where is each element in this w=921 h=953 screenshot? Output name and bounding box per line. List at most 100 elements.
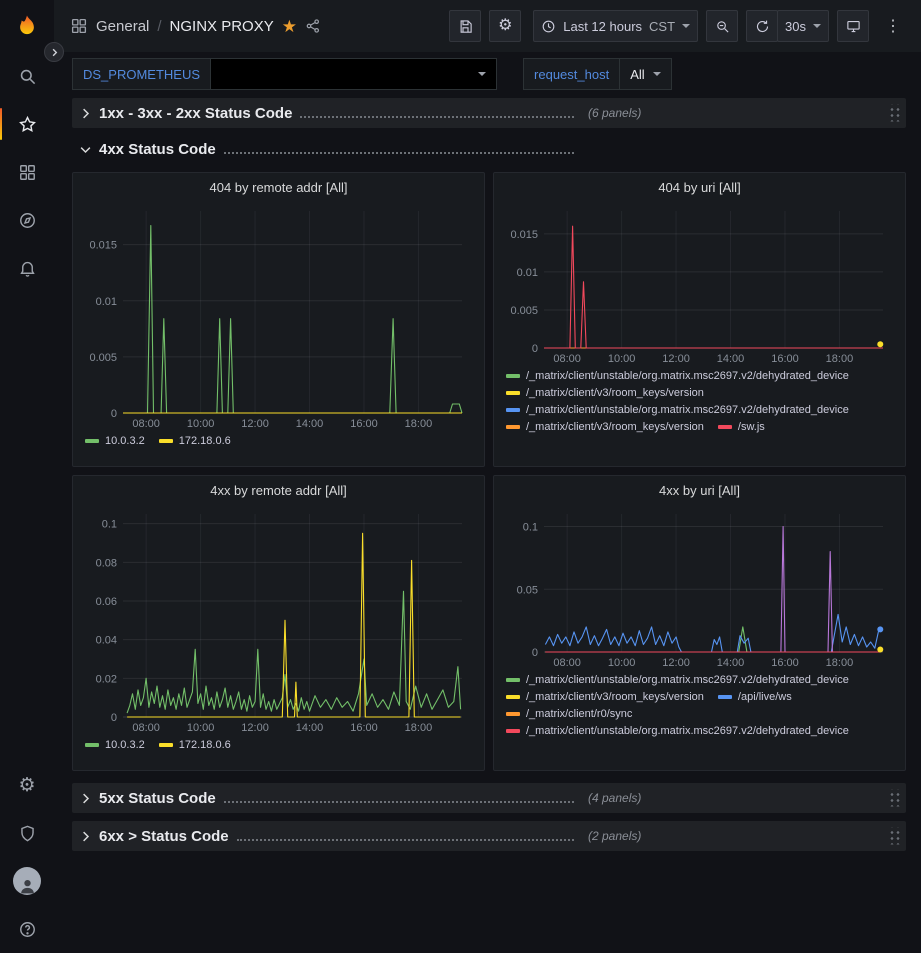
legend-item[interactable]: 10.0.3.2 xyxy=(85,739,145,751)
sidebar-item-starred[interactable] xyxy=(0,100,54,148)
sidebar-expand-button[interactable] xyxy=(44,42,64,62)
refresh-icon xyxy=(755,19,770,34)
share-icon[interactable] xyxy=(305,18,321,34)
legend-item[interactable]: /_matrix/client/unstable/org.matrix.msc2… xyxy=(506,725,849,737)
sidebar-item-help[interactable] xyxy=(0,905,54,953)
time-range-button[interactable]: Last 12 hours CST xyxy=(533,10,698,42)
help-circle-icon xyxy=(18,920,37,939)
panel-legend: 10.0.3.2 172.18.0.6 xyxy=(81,735,476,766)
legend-item[interactable]: /_matrix/client/v3/room_keys/version xyxy=(506,421,704,433)
svg-text:10:00: 10:00 xyxy=(187,418,215,430)
svg-text:0.1: 0.1 xyxy=(102,519,117,531)
panel-legend: /_matrix/client/unstable/org.matrix.msc2… xyxy=(502,670,897,766)
variable-label: request_host xyxy=(523,58,620,90)
svg-text:0.05: 0.05 xyxy=(517,584,538,596)
row-drag-handle[interactable] xyxy=(888,105,901,122)
row-1xx-3xx-2xx[interactable]: 1xx - 3xx - 2xx Status Code (6 panels) xyxy=(72,98,906,128)
svg-text:16:00: 16:00 xyxy=(350,418,378,430)
dashboard-body: 1xx - 3xx - 2xx Status Code (6 panels) 4… xyxy=(54,96,921,953)
legend-item[interactable]: /api/live/ws xyxy=(718,691,792,703)
legend-series-marker xyxy=(506,391,520,395)
row-lead: 4xx Status Code xyxy=(99,141,582,158)
legend-item[interactable]: 172.18.0.6 xyxy=(159,435,231,447)
chevron-right-icon xyxy=(78,106,93,121)
legend-item[interactable]: /_matrix/client/unstable/org.matrix.msc2… xyxy=(506,674,849,686)
kiosk-mode-button[interactable] xyxy=(837,10,869,42)
row-drag-handle[interactable] xyxy=(888,828,901,845)
main-area: General / NGINX PROXY ★ ⚙ Last 12 hours … xyxy=(54,0,921,953)
legend-series-marker xyxy=(159,743,173,747)
datasource-dropdown[interactable] xyxy=(211,58,497,90)
chevron-right-icon xyxy=(78,791,93,806)
legend-series-label: 172.18.0.6 xyxy=(179,739,231,751)
more-options-button[interactable]: ⋮ xyxy=(877,10,909,42)
legend-item[interactable]: /sw.js xyxy=(718,421,765,433)
refresh-group: 30s xyxy=(746,10,829,42)
svg-text:10:00: 10:00 xyxy=(608,353,636,365)
row-6xx[interactable]: 6xx > Status Code (2 panels) xyxy=(72,821,906,851)
legend-item[interactable]: /_matrix/client/v3/room_keys/version xyxy=(506,387,704,399)
svg-text:16:00: 16:00 xyxy=(771,657,799,669)
save-dashboard-button[interactable] xyxy=(449,10,481,42)
row-4xx[interactable]: 4xx Status Code xyxy=(72,136,906,162)
favorite-star-icon[interactable]: ★ xyxy=(282,18,297,35)
dashboards-grid-icon xyxy=(18,163,37,182)
sidebar: ⚙ xyxy=(0,0,54,953)
legend-series-marker xyxy=(506,712,520,716)
panel-title[interactable]: 4xx by remote addr [All] xyxy=(73,476,484,504)
row-dotted-leader xyxy=(300,107,574,118)
chevron-down-icon xyxy=(653,72,661,76)
timeseries-chart[interactable]: 08:0010:0012:0014:0016:0018:0000.0050.01… xyxy=(502,201,897,366)
legend-series-label: /_matrix/client/unstable/org.matrix.msc2… xyxy=(526,404,849,416)
legend-series-marker xyxy=(718,425,732,429)
panel-title[interactable]: 404 by uri [All] xyxy=(494,173,905,201)
timeseries-chart[interactable]: 08:0010:0012:0014:0016:0018:0000.0050.01… xyxy=(81,201,476,431)
panel-body: 08:0010:0012:0014:0016:0018:0000.0050.01… xyxy=(73,201,484,466)
legend-series-label: /_matrix/client/unstable/org.matrix.msc2… xyxy=(526,674,849,686)
svg-text:0.01: 0.01 xyxy=(517,267,538,279)
refresh-interval-dropdown[interactable]: 30s xyxy=(777,10,829,42)
panel-grid: 404 by remote addr [All] 08:0010:0012:00… xyxy=(72,172,906,771)
timeseries-chart[interactable]: 08:0010:0012:0014:0016:0018:0000.020.040… xyxy=(81,504,476,735)
panel-body: 08:0010:0012:0014:0016:0018:0000.020.040… xyxy=(73,504,484,770)
breadcrumb-section[interactable]: General xyxy=(96,18,149,35)
sidebar-item-search[interactable] xyxy=(0,52,54,100)
dashboard-settings-button[interactable]: ⚙ xyxy=(489,10,521,42)
sidebar-item-dashboards[interactable] xyxy=(0,148,54,196)
panel-title[interactable]: 404 by remote addr [All] xyxy=(73,173,484,201)
svg-text:12:00: 12:00 xyxy=(662,657,690,669)
row-drag-handle[interactable] xyxy=(888,790,901,807)
sidebar-item-alerting[interactable] xyxy=(0,244,54,292)
shield-icon xyxy=(18,824,37,843)
timeseries-chart[interactable]: 08:0010:0012:0014:0016:0018:0000.050.1 xyxy=(502,504,897,670)
zoom-out-button[interactable] xyxy=(706,10,738,42)
panel-4xx-by-remote-addr: 4xx by remote addr [All] 08:0010:0012:00… xyxy=(72,475,485,771)
legend-series-label: /_matrix/client/v3/room_keys/version xyxy=(526,691,704,703)
panel-title[interactable]: 4xx by uri [All] xyxy=(494,476,905,504)
legend-series-label: /_matrix/client/v3/room_keys/version xyxy=(526,421,704,433)
sidebar-item-server-admin[interactable] xyxy=(0,809,54,857)
variable-label: DS_PROMETHEUS xyxy=(72,58,211,90)
legend-item[interactable]: 172.18.0.6 xyxy=(159,739,231,751)
legend-item[interactable]: /_matrix/client/v3/room_keys/version xyxy=(506,691,704,703)
legend-series-marker xyxy=(506,729,520,733)
svg-text:12:00: 12:00 xyxy=(241,418,269,430)
sidebar-item-configuration[interactable]: ⚙ xyxy=(0,761,54,809)
chevron-right-icon xyxy=(49,47,60,58)
svg-text:0: 0 xyxy=(532,343,538,355)
sidebar-item-profile[interactable] xyxy=(0,857,54,905)
refresh-button[interactable] xyxy=(746,10,778,42)
legend-item[interactable]: /_matrix/client/unstable/org.matrix.msc2… xyxy=(506,404,849,416)
sidebar-item-explore[interactable] xyxy=(0,196,54,244)
dashboard-title[interactable]: NGINX PROXY xyxy=(170,18,274,35)
legend-item[interactable]: /_matrix/client/r0/sync xyxy=(506,708,632,720)
row-panel-count: (6 panels) xyxy=(588,106,641,120)
row-lead: 1xx - 3xx - 2xx Status Code xyxy=(99,105,582,122)
legend-item[interactable]: 10.0.3.2 xyxy=(85,435,145,447)
breadcrumb: General / NGINX PROXY ★ xyxy=(70,17,441,35)
row-5xx[interactable]: 5xx Status Code (4 panels) xyxy=(72,783,906,813)
legend-series-label: /_matrix/client/unstable/org.matrix.msc2… xyxy=(526,370,849,382)
request-host-dropdown[interactable]: All xyxy=(620,58,671,90)
legend-item[interactable]: /_matrix/client/unstable/org.matrix.msc2… xyxy=(506,370,849,382)
svg-text:0.005: 0.005 xyxy=(89,352,117,364)
